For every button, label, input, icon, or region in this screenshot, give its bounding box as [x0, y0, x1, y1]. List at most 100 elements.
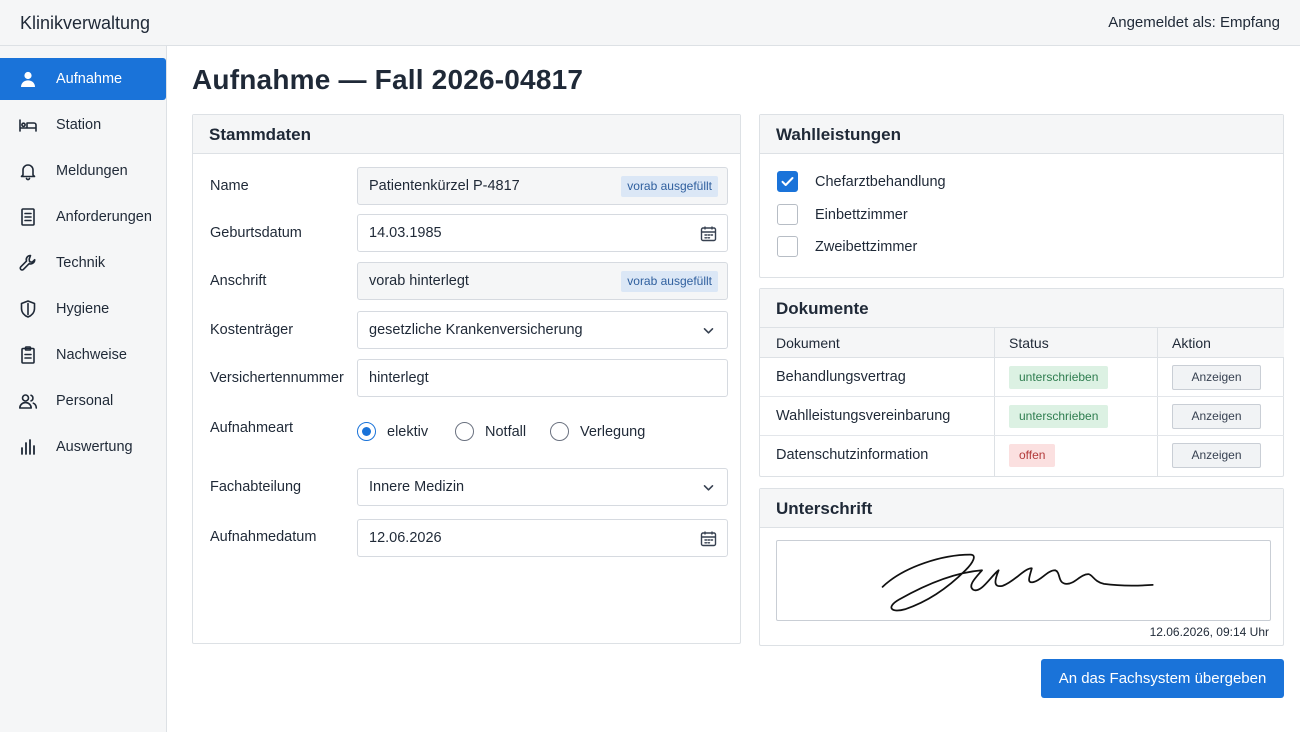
name-label: Name — [210, 178, 249, 194]
address-label: Anschrift — [210, 273, 267, 289]
checkbox-label: Zweibettzimmer — [815, 239, 918, 255]
checkbox-label: Chefarztbehandlung — [815, 174, 946, 190]
dokumente-heading: Dokumente — [760, 289, 1283, 328]
table-row: Behandlungsvertrag unterschrieben Anzeig… — [760, 358, 1284, 397]
sidebar-item-label: Technik — [56, 255, 106, 271]
sidebar-item-label: Station — [56, 117, 102, 133]
stammdaten-heading: Stammdaten — [193, 115, 740, 154]
sidebar-item-auswertung[interactable]: Auswertung — [0, 426, 166, 468]
insurer-value: gesetzliche Krankenversicherung — [369, 322, 583, 338]
column-header-status: Status — [1009, 335, 1049, 351]
status-badge: offen — [1009, 444, 1056, 467]
app-title: Klinikverwaltung — [20, 13, 151, 33]
document-name: Behandlungsvertrag — [776, 369, 906, 385]
people-icon — [18, 391, 38, 411]
sidebar-item-meldungen[interactable]: Meldungen — [0, 150, 166, 192]
page-title: Aufnahme — Fall 2026-04817 — [192, 64, 584, 95]
top-bar: Klinikverwaltung Angemeldet als: Empfang — [0, 0, 1300, 46]
status-badge: unterschrieben — [1009, 366, 1109, 389]
checkbox-checked[interactable] — [777, 171, 798, 192]
sidebar-item-label: Personal — [56, 393, 114, 409]
sidebar-item-anforderungen[interactable]: Anforderungen — [0, 196, 166, 238]
person-icon — [18, 69, 38, 89]
address-value: vorab hinterlegt — [369, 273, 469, 289]
insurance-number-value: hinterlegt — [369, 370, 429, 386]
sidebar-item-technik[interactable]: Technik — [0, 242, 166, 284]
admission-date-label: Aufnahmedatum — [210, 529, 317, 545]
sidebar-item-nachweise[interactable]: Nachweise — [0, 334, 166, 376]
address-field[interactable]: vorab hinterlegt vorab ausgefüllt — [357, 262, 728, 300]
sidebar-item-hygiene[interactable]: Hygiene — [0, 288, 166, 330]
column-header-aktion: Aktion — [1172, 335, 1211, 351]
admission-type-label: Aufnahmeart — [210, 420, 294, 436]
table-row: Wahlleistungsvereinbarung unterschrieben… — [760, 397, 1284, 436]
stammdaten-panel: Stammdaten Name Patientenkürzel P-4817 v… — [192, 114, 741, 644]
table-header: Dokument Status Aktion — [760, 328, 1284, 358]
insurer-select[interactable]: gesetzliche Krankenversicherung — [357, 311, 728, 349]
bed-icon — [18, 115, 38, 135]
submit-to-system-button[interactable]: An das Fachsystem übergeben — [1041, 659, 1284, 698]
prefill-badge: vorab ausgefüllt — [621, 271, 718, 292]
birthdate-field[interactable]: 14.03.1985 — [357, 214, 728, 252]
sidebar-item-label: Meldungen — [56, 163, 128, 179]
sidebar: Aufnahme Station Meldungen Anforderungen… — [0, 46, 167, 732]
name-value: Patientenkürzel P-4817 — [369, 178, 520, 194]
sidebar-item-personal[interactable]: Personal — [0, 380, 166, 422]
sidebar-item-label: Hygiene — [56, 301, 110, 317]
shield-icon — [18, 299, 38, 319]
department-select[interactable]: Innere Medizin — [357, 468, 728, 506]
dokumente-panel: Dokumente Dokument Status Aktion Behandl… — [759, 288, 1284, 477]
chevron-down-icon — [700, 479, 717, 496]
unterschrift-heading: Unterschrift — [760, 489, 1283, 528]
department-value: Innere Medizin — [369, 479, 465, 495]
view-document-button[interactable]: Anzeigen — [1172, 443, 1261, 468]
name-field[interactable]: Patientenkürzel P-4817 vorab ausgefüllt — [357, 167, 728, 205]
chevron-down-icon — [700, 322, 717, 339]
prefill-badge: vorab ausgefüllt — [621, 176, 718, 197]
bar-chart-icon — [18, 437, 38, 457]
admission-date-value: 12.06.2026 — [369, 530, 442, 546]
document-name: Wahlleistungsvereinbarung — [776, 408, 951, 424]
insurance-number-label: Versichertennummer — [210, 370, 344, 386]
unterschrift-panel: Unterschrift 12.06.2026, 09:14 Uhr — [759, 488, 1284, 646]
signature-drawing — [881, 553, 1154, 612]
radio-label: Notfall — [485, 424, 527, 440]
clipboard-icon — [18, 345, 38, 365]
sidebar-item-aufnahme[interactable]: Aufnahme — [0, 58, 166, 100]
status-badge: unterschrieben — [1009, 405, 1109, 428]
signature-pad[interactable] — [776, 540, 1271, 621]
bell-icon — [18, 161, 38, 181]
birthdate-value: 14.03.1985 — [369, 225, 442, 241]
checkbox[interactable] — [777, 204, 798, 225]
wahlleistungen-heading: Wahlleistungen — [760, 115, 1283, 154]
radio-label: Verlegung — [580, 424, 646, 440]
insurer-label: Kostenträger — [210, 322, 294, 338]
birthdate-label: Geburtsdatum — [210, 225, 302, 241]
sidebar-item-label: Auswertung — [56, 439, 133, 455]
calendar-icon[interactable] — [700, 530, 717, 547]
wrench-icon — [18, 253, 38, 273]
checkbox[interactable] — [777, 236, 798, 257]
admission-date-field[interactable]: 12.06.2026 — [357, 519, 728, 557]
sidebar-item-label: Nachweise — [56, 347, 127, 363]
radio-button[interactable] — [455, 422, 474, 441]
sidebar-item-label: Aufnahme — [56, 71, 123, 87]
user-info: Angemeldet als: Empfang — [1108, 14, 1280, 31]
column-header-dokument: Dokument — [776, 335, 840, 351]
view-document-button[interactable]: Anzeigen — [1172, 404, 1261, 429]
wahlleistungen-panel: Wahlleistungen Chefarztbehandlung Einbet… — [759, 114, 1284, 278]
sidebar-item-station[interactable]: Station — [0, 104, 166, 146]
checkbox-label: Einbettzimmer — [815, 207, 908, 223]
check-icon — [781, 177, 794, 186]
document-name: Datenschutzinformation — [776, 447, 929, 463]
signature-timestamp: 12.06.2026, 09:14 Uhr — [1149, 625, 1269, 639]
insurance-number-field[interactable]: hinterlegt — [357, 359, 728, 397]
radio-button[interactable] — [550, 422, 569, 441]
radio-button-checked[interactable] — [357, 422, 376, 441]
document-icon — [18, 207, 38, 227]
view-document-button[interactable]: Anzeigen — [1172, 365, 1261, 390]
table-row: Datenschutzinformation offen Anzeigen — [760, 436, 1284, 475]
radio-label: elektiv — [387, 424, 429, 440]
sidebar-item-label: Anforderungen — [56, 209, 152, 225]
calendar-icon[interactable] — [700, 225, 717, 242]
